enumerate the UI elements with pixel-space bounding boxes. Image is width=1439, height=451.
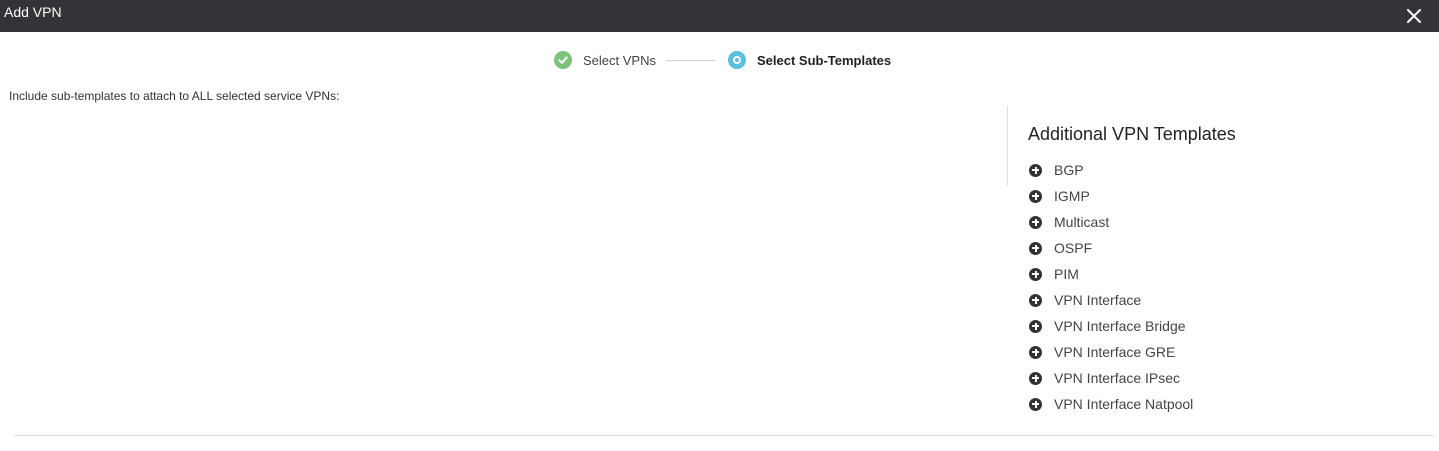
add-circle-icon — [1029, 163, 1042, 177]
add-circle-icon — [1029, 189, 1042, 203]
template-item-pim[interactable]: PIM — [1029, 261, 1193, 287]
step-label: Select Sub-Templates — [757, 52, 892, 68]
step-select-sub-templates[interactable]: Select Sub-Templates — [728, 50, 891, 70]
template-label: Multicast — [1054, 214, 1110, 230]
instruction-text: Include sub-templates to attach to ALL s… — [9, 89, 340, 103]
template-label: VPN Interface Bridge — [1054, 318, 1186, 334]
template-item-vpn-interface[interactable]: VPN Interface — [1029, 287, 1193, 313]
step-select-vpns[interactable]: Select VPNs — [554, 50, 656, 70]
add-circle-icon — [1029, 397, 1042, 411]
template-label: BGP — [1054, 162, 1084, 178]
template-label: VPN Interface Natpool — [1054, 396, 1194, 412]
template-label: VPN Interface — [1054, 292, 1142, 308]
template-label: IGMP — [1054, 188, 1090, 204]
check-circle-icon — [554, 51, 572, 69]
template-item-vpn-interface-gre[interactable]: VPN Interface GRE — [1029, 339, 1193, 365]
template-list: BGP IGMP Multicast OSPF PIM VPN Interfac… — [1029, 157, 1193, 417]
template-item-ospf[interactable]: OSPF — [1029, 235, 1193, 261]
add-circle-icon — [1029, 319, 1042, 333]
add-circle-icon — [1029, 241, 1042, 255]
close-button[interactable] — [1401, 3, 1427, 29]
template-item-multicast[interactable]: Multicast — [1029, 209, 1193, 235]
add-circle-icon — [1029, 267, 1042, 281]
template-item-vpn-interface-ipsec[interactable]: VPN Interface IPsec — [1029, 365, 1193, 391]
template-item-vpn-interface-natpool[interactable]: VPN Interface Natpool — [1029, 391, 1193, 417]
template-item-vpn-interface-bridge[interactable]: VPN Interface Bridge — [1029, 313, 1193, 339]
step-label: Select VPNs — [583, 52, 656, 68]
template-label: VPN Interface GRE — [1054, 344, 1176, 360]
templates-panel-title: Additional VPN Templates — [1028, 124, 1236, 144]
step-connector — [666, 60, 715, 61]
active-step-icon — [728, 51, 746, 69]
footer-divider — [14, 435, 1435, 436]
template-label: PIM — [1054, 266, 1079, 282]
wizard-stepper: Select VPNs Select Sub-Templates — [0, 50, 1439, 70]
close-icon — [1407, 9, 1421, 23]
template-label: OSPF — [1054, 240, 1093, 256]
dialog-titlebar: Add VPN — [0, 0, 1439, 32]
vertical-divider — [1007, 106, 1008, 186]
dialog-title: Add VPN — [4, 4, 62, 20]
add-circle-icon — [1029, 215, 1042, 229]
add-circle-icon — [1029, 345, 1042, 359]
template-label: VPN Interface IPsec — [1054, 370, 1181, 386]
add-circle-icon — [1029, 293, 1042, 307]
add-circle-icon — [1029, 371, 1042, 385]
template-item-igmp[interactable]: IGMP — [1029, 183, 1193, 209]
template-item-bgp[interactable]: BGP — [1029, 157, 1193, 183]
